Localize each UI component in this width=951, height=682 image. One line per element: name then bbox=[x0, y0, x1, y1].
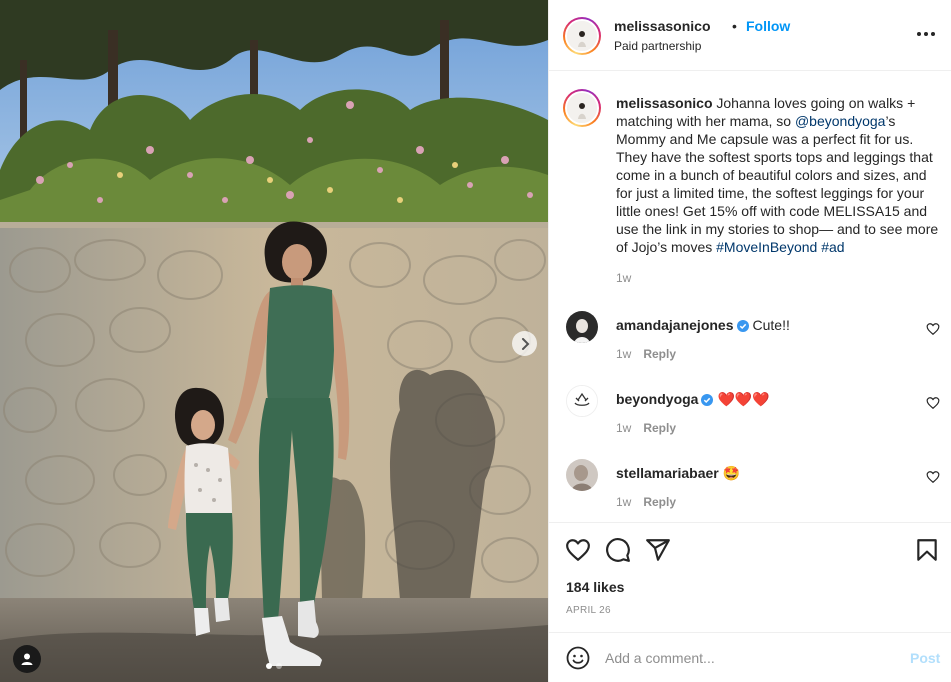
carousel-indicator bbox=[266, 663, 282, 669]
comment-text: Cute!! bbox=[752, 317, 790, 333]
chevron-right-icon bbox=[521, 337, 529, 350]
caption-mention[interactable]: @beyondyoga bbox=[795, 113, 886, 129]
reply-button[interactable]: Reply bbox=[643, 421, 676, 435]
author-username[interactable]: melissasonico bbox=[614, 18, 711, 34]
caption-username[interactable]: melissasonico bbox=[616, 95, 713, 111]
separator-dot: • bbox=[732, 18, 737, 34]
post-details-panel: melissasonico • Follow Paid partnership bbox=[548, 0, 951, 682]
carousel-dot-active bbox=[266, 663, 272, 669]
comment-meta: 1w Reply bbox=[616, 495, 676, 509]
tagged-users-button[interactable] bbox=[13, 645, 41, 673]
heart-icon[interactable] bbox=[565, 537, 591, 563]
add-comment-bar: Post bbox=[549, 632, 951, 682]
instagram-post: melissasonico • Follow Paid partnership bbox=[0, 0, 951, 682]
carousel-dot bbox=[276, 663, 282, 669]
caption-avatar[interactable] bbox=[563, 89, 601, 127]
comment-item: stellamariabaer 🤩 1w Reply bbox=[549, 459, 951, 529]
commenter-avatar[interactable] bbox=[566, 385, 598, 417]
share-icon[interactable] bbox=[645, 537, 671, 563]
likes-count[interactable]: 184 likes bbox=[566, 579, 624, 595]
caption-hashtag[interactable]: #ad bbox=[821, 239, 844, 255]
caption-timestamp[interactable]: 1w bbox=[616, 271, 631, 285]
comment-body: amandajanejones Cute!! bbox=[616, 317, 790, 333]
comment-body: stellamariabaer 🤩 bbox=[616, 465, 740, 482]
comment-username[interactable]: beyondyoga bbox=[616, 391, 698, 407]
post-photo[interactable] bbox=[0, 0, 548, 682]
paid-partnership-label[interactable]: Paid partnership bbox=[614, 39, 701, 53]
comment-timestamp[interactable]: 1w bbox=[616, 421, 631, 435]
user-icon bbox=[21, 653, 33, 665]
comment-like-heart-icon[interactable] bbox=[926, 322, 940, 336]
comment-input[interactable] bbox=[605, 646, 895, 670]
comment-timestamp[interactable]: 1w bbox=[616, 495, 631, 509]
comment-icon[interactable] bbox=[605, 537, 631, 563]
verified-badge-icon bbox=[701, 394, 714, 406]
comment-text: 🤩 bbox=[722, 465, 741, 481]
avatar-image bbox=[566, 459, 598, 491]
post-comment-button[interactable]: Post bbox=[910, 650, 940, 666]
caption-hashtag[interactable]: #MoveInBeyond bbox=[716, 239, 817, 255]
comment-item: beyondyoga ❤️❤️❤️ 1w Reply bbox=[549, 385, 951, 455]
reply-button[interactable]: Reply bbox=[643, 495, 676, 509]
commenter-avatar[interactable] bbox=[566, 311, 598, 343]
comment-like-heart-icon[interactable] bbox=[926, 396, 940, 410]
author-avatar[interactable] bbox=[563, 17, 601, 55]
post-header: melissasonico • Follow Paid partnership bbox=[549, 0, 951, 71]
emoji-icon[interactable] bbox=[566, 646, 590, 670]
avatar-image bbox=[567, 93, 597, 123]
post-date[interactable]: APRIL 26 bbox=[566, 605, 611, 616]
comment-meta: 1w Reply bbox=[616, 421, 676, 435]
photo-image bbox=[0, 0, 548, 682]
comment-body: beyondyoga ❤️❤️❤️ bbox=[616, 391, 770, 408]
carousel-next-button[interactable] bbox=[512, 331, 537, 356]
comments-list[interactable]: melissasonico Johanna loves going on wal… bbox=[549, 72, 951, 522]
avatar-image bbox=[566, 311, 598, 343]
save-icon[interactable] bbox=[914, 537, 940, 563]
follow-button[interactable]: Follow bbox=[746, 18, 790, 34]
comment-like-heart-icon[interactable] bbox=[926, 470, 940, 484]
comment-item: amandajanejones Cute!! 1w Reply bbox=[549, 311, 951, 381]
avatar-image bbox=[567, 21, 597, 51]
comment-text: ❤️❤️❤️ bbox=[717, 391, 770, 407]
comment-username[interactable]: amandajanejones bbox=[616, 317, 734, 333]
post-caption: melissasonico Johanna loves going on wal… bbox=[616, 94, 944, 256]
commenter-avatar[interactable] bbox=[566, 459, 598, 491]
more-options-icon[interactable] bbox=[917, 26, 939, 42]
comment-meta: 1w Reply bbox=[616, 347, 676, 361]
reply-button[interactable]: Reply bbox=[643, 347, 676, 361]
caption-text: ’s Mommy and Me capsule was a perfect fi… bbox=[616, 113, 939, 255]
verified-badge-icon bbox=[736, 320, 749, 332]
comment-timestamp[interactable]: 1w bbox=[616, 347, 631, 361]
comment-username[interactable]: stellamariabaer bbox=[616, 465, 719, 481]
post-actions: 184 likes APRIL 26 bbox=[549, 522, 951, 632]
avatar-image bbox=[567, 386, 597, 416]
